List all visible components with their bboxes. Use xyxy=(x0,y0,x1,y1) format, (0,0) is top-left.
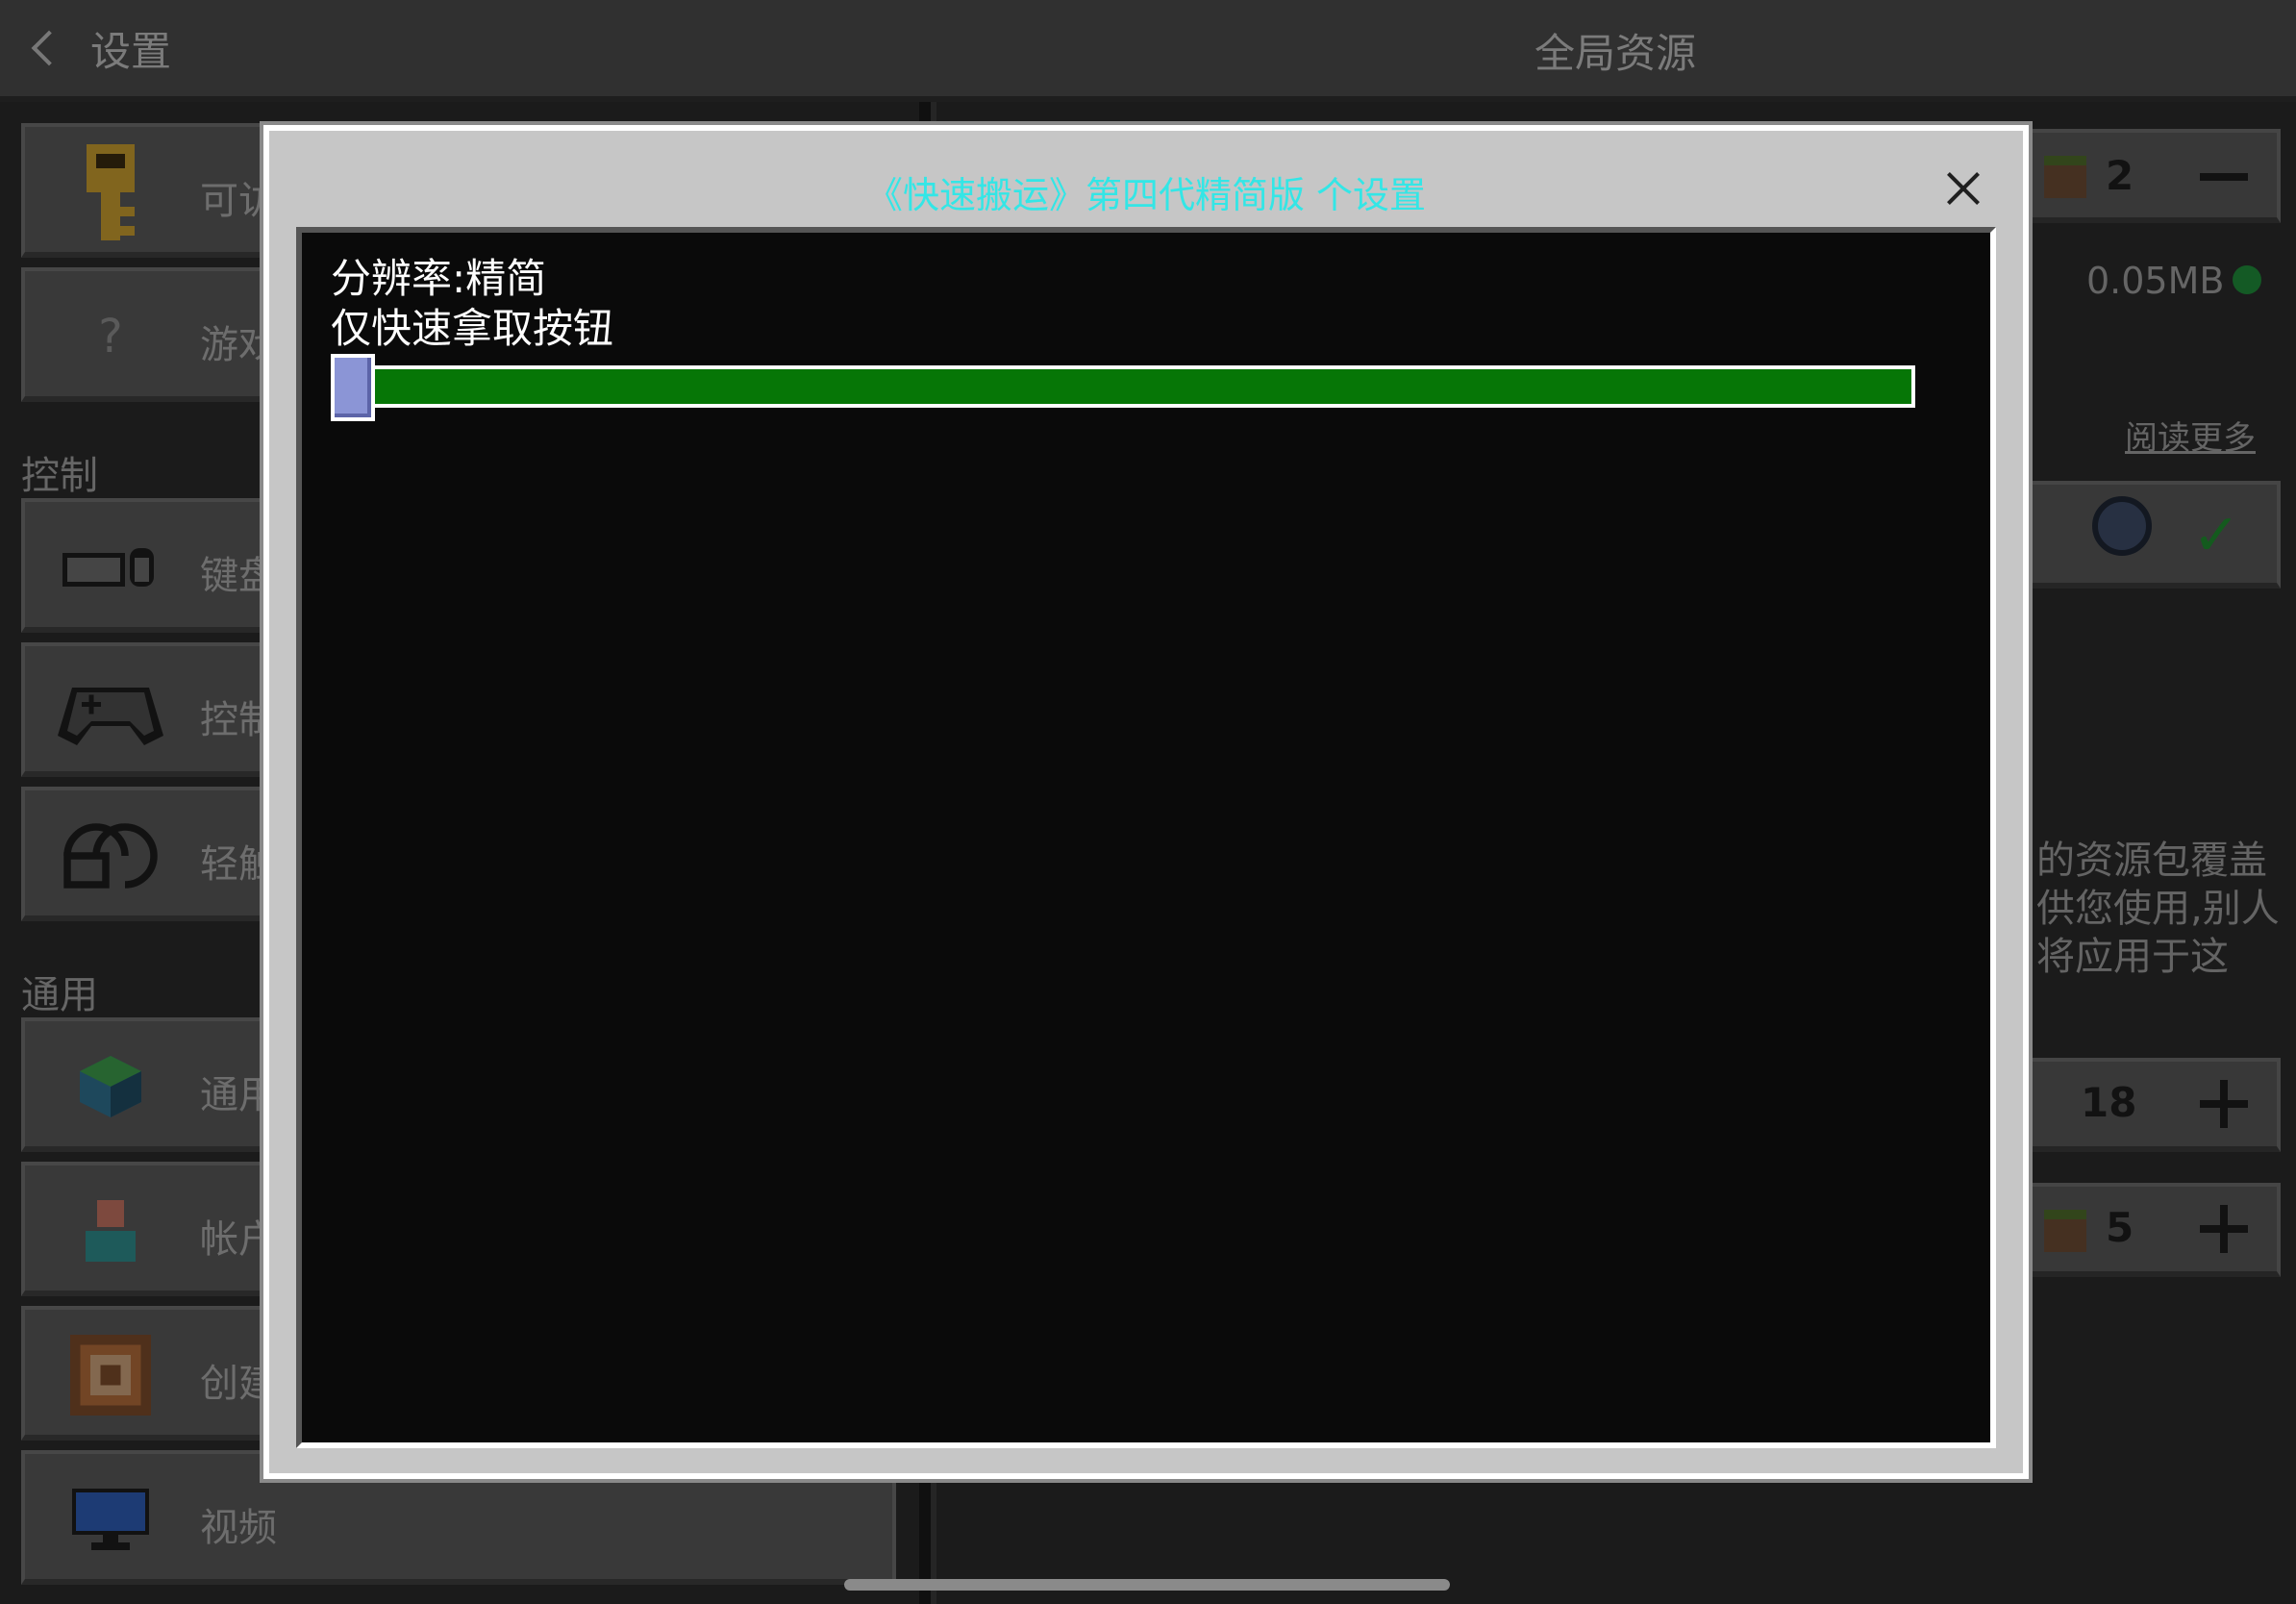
option-slider-handle[interactable] xyxy=(331,354,375,421)
option-slider-track[interactable] xyxy=(360,365,1915,408)
option-label: 仅快速拿取按钮 xyxy=(331,305,614,352)
home-indicator xyxy=(844,1579,1450,1591)
dialog-title: 《快速搬运》第四代精简版 个设置 xyxy=(865,174,1427,216)
close-icon[interactable] xyxy=(1940,165,1986,212)
dialog-content: 分辨率:精简 仅快速拿取按钮 xyxy=(296,227,1996,1448)
settings-dialog: 《快速搬运》第四代精简版 个设置 分辨率:精简 仅快速拿取按钮 xyxy=(263,125,2029,1479)
